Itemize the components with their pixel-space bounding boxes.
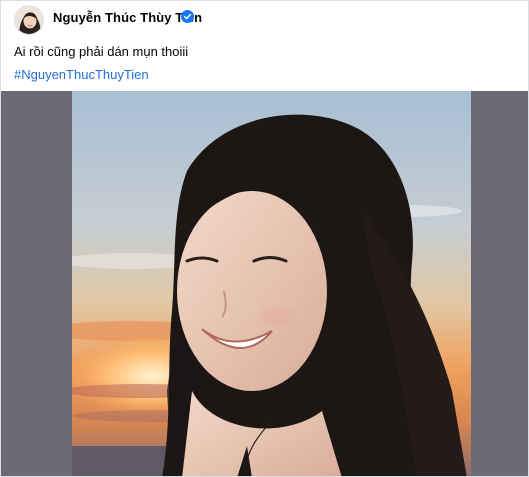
post-photo[interactable] (72, 91, 471, 476)
sunset-portrait-image (72, 91, 471, 476)
post-header: Nguyễn Thúc Thùy Tiên (1, 1, 528, 37)
verified-badge-icon (181, 10, 194, 23)
author-avatar[interactable] (14, 5, 44, 35)
hashtag-link[interactable]: #NguyenThucThuyTien (14, 67, 149, 82)
avatar-image (15, 6, 43, 34)
post-caption: Ai rồi cũng phải dán mụn thoiii (14, 44, 189, 59)
post-media-frame (1, 91, 528, 476)
author-name[interactable]: Nguyễn Thúc Thùy Tiên (53, 10, 202, 25)
facebook-post: Nguyễn Thúc Thùy Tiên Ai rồi cũng phải d… (0, 0, 529, 477)
